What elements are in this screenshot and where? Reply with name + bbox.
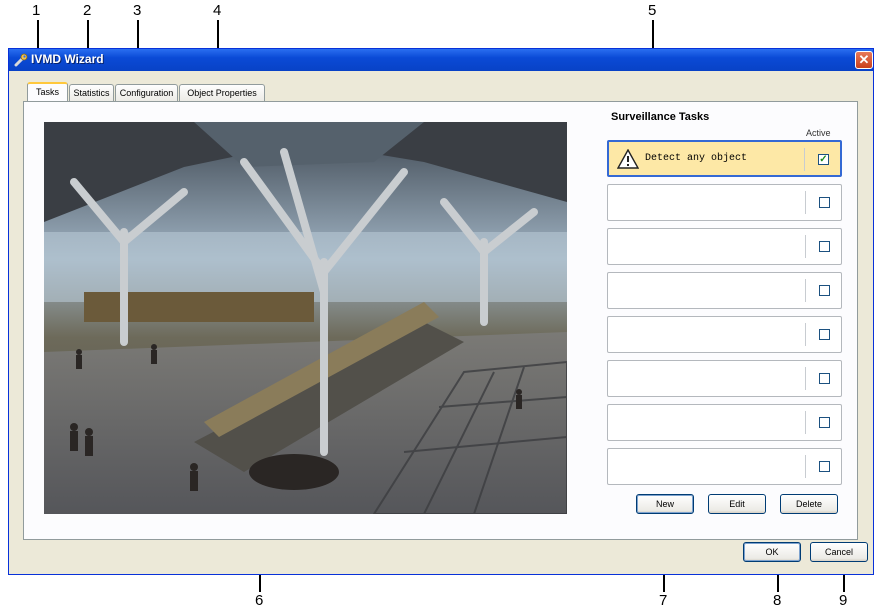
callout-4: 4 — [213, 2, 222, 19]
row-divider — [805, 191, 806, 214]
task-row[interactable] — [607, 316, 842, 353]
camera-view[interactable] — [44, 122, 567, 514]
active-checkbox[interactable] — [819, 417, 830, 428]
task-name: Detect any object — [645, 153, 748, 164]
new-task-button[interactable]: New — [636, 494, 694, 514]
delete-task-button[interactable]: Delete — [780, 494, 838, 514]
task-row[interactable] — [607, 360, 842, 397]
callout-1: 1 — [32, 2, 41, 19]
row-divider — [805, 235, 806, 258]
callout-5: 5 — [648, 2, 657, 19]
row-divider — [805, 279, 806, 302]
active-checkbox[interactable] — [819, 285, 830, 296]
tasks-panel: Surveillance Tasks Active Detect any obj… — [23, 101, 858, 540]
active-checkbox[interactable] — [819, 329, 830, 340]
wrench-icon — [14, 53, 28, 67]
callout-2: 2 — [83, 2, 92, 19]
cancel-button[interactable]: Cancel — [810, 542, 868, 562]
task-row[interactable] — [607, 272, 842, 309]
task-row[interactable]: Detect any object ✓ — [607, 140, 842, 177]
task-row[interactable] — [607, 228, 842, 265]
row-divider — [805, 411, 806, 434]
callout-9: 9 — [839, 592, 848, 609]
active-checkbox[interactable] — [819, 197, 830, 208]
title-bar[interactable]: IVMD Wizard ✕ — [9, 49, 873, 71]
active-checkbox[interactable] — [819, 461, 830, 472]
edit-task-button[interactable]: Edit — [708, 494, 766, 514]
callout-3: 3 — [133, 2, 142, 19]
task-row[interactable] — [607, 448, 842, 485]
active-checkbox[interactable] — [819, 241, 830, 252]
surveillance-tasks-title: Surveillance Tasks — [611, 111, 710, 123]
active-checkbox[interactable]: ✓ — [818, 154, 829, 165]
tab-statistics[interactable]: Statistics — [69, 84, 114, 101]
active-column-header: Active — [806, 128, 831, 138]
ok-button[interactable]: OK — [743, 542, 801, 562]
callout-8: 8 — [773, 592, 782, 609]
row-divider — [805, 367, 806, 390]
task-row[interactable] — [607, 184, 842, 221]
task-row[interactable] — [607, 404, 842, 441]
row-divider — [805, 323, 806, 346]
wizard-window: IVMD Wizard ✕ Tasks Statistics Configura… — [8, 48, 874, 575]
callout-7: 7 — [659, 592, 668, 609]
window-title: IVMD Wizard — [31, 52, 104, 66]
active-checkbox[interactable] — [819, 373, 830, 384]
callout-6: 6 — [255, 592, 264, 609]
tab-object-properties[interactable]: Object Properties — [179, 84, 265, 101]
warning-icon — [617, 149, 639, 169]
row-divider — [804, 148, 805, 171]
tab-tasks[interactable]: Tasks — [27, 82, 68, 101]
close-button[interactable]: ✕ — [855, 51, 873, 69]
tab-configuration[interactable]: Configuration — [115, 84, 178, 101]
row-divider — [805, 455, 806, 478]
